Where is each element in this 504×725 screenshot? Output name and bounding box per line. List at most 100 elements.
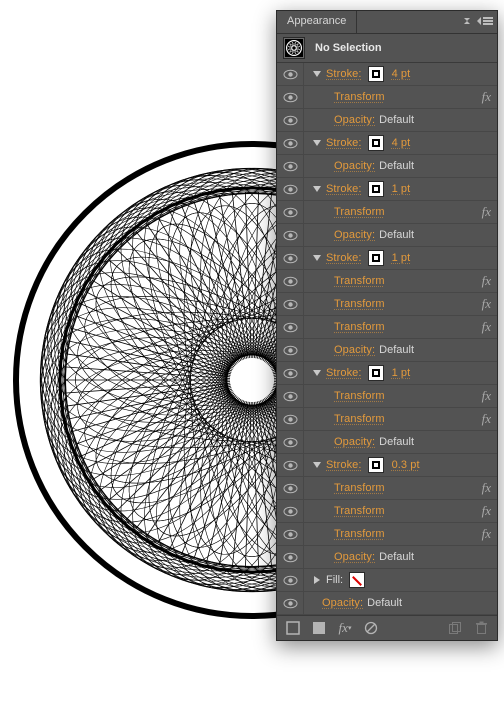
opacity-label[interactable]: Opacity: bbox=[322, 597, 363, 609]
transform-effect-label[interactable]: Transform bbox=[334, 482, 385, 494]
transform-effect-label[interactable]: Transform bbox=[334, 91, 385, 103]
stroke-label[interactable]: Stroke: bbox=[326, 367, 362, 379]
child-row[interactable]: Opacity:Default bbox=[277, 155, 497, 178]
duplicate-item-button[interactable] bbox=[447, 620, 463, 636]
fx-indicator-icon[interactable]: fx bbox=[482, 89, 491, 105]
visibility-toggle[interactable] bbox=[277, 569, 304, 591]
transform-effect-label[interactable]: Transform bbox=[334, 390, 385, 402]
child-row[interactable]: Transform fx bbox=[277, 316, 497, 339]
visibility-toggle[interactable] bbox=[277, 63, 304, 85]
visibility-toggle[interactable] bbox=[277, 316, 304, 338]
panel-menu-button[interactable] bbox=[477, 14, 493, 28]
child-row[interactable]: Transform fx bbox=[277, 385, 497, 408]
child-row[interactable]: Transform fx bbox=[277, 201, 497, 224]
opacity-label[interactable]: Opacity: bbox=[334, 436, 375, 448]
visibility-toggle[interactable] bbox=[277, 224, 304, 246]
visibility-toggle[interactable] bbox=[277, 132, 304, 154]
transform-effect-label[interactable]: Transform bbox=[334, 528, 385, 540]
visibility-toggle[interactable] bbox=[277, 247, 304, 269]
stroke_header-row[interactable]: Stroke: 0.3 pt bbox=[277, 454, 497, 477]
child-row[interactable]: Opacity:Default bbox=[277, 546, 497, 569]
stroke-weight[interactable]: 0.3 pt bbox=[392, 459, 420, 471]
visibility-toggle[interactable] bbox=[277, 431, 304, 453]
clear-appearance-button[interactable] bbox=[363, 620, 379, 636]
child-row[interactable]: Transform fx bbox=[277, 293, 497, 316]
disclosure-triangle[interactable] bbox=[312, 576, 322, 584]
child-row[interactable]: Opacity:Default bbox=[277, 431, 497, 454]
fx-indicator-icon[interactable]: fx bbox=[482, 388, 491, 404]
child-row[interactable]: Transform fx bbox=[277, 270, 497, 293]
new-stroke-button[interactable] bbox=[285, 620, 301, 636]
visibility-toggle[interactable] bbox=[277, 385, 304, 407]
visibility-toggle[interactable] bbox=[277, 592, 304, 614]
add-effect-button[interactable]: fx▾ bbox=[337, 620, 353, 636]
visibility-toggle[interactable] bbox=[277, 178, 304, 200]
visibility-toggle[interactable] bbox=[277, 109, 304, 131]
stroke-label[interactable]: Stroke: bbox=[326, 68, 362, 80]
disclosure-triangle[interactable] bbox=[312, 461, 322, 469]
disclosure-triangle[interactable] bbox=[312, 185, 322, 193]
opacity-label[interactable]: Opacity: bbox=[334, 160, 375, 172]
new-fill-button[interactable] bbox=[311, 620, 327, 636]
stroke-weight[interactable]: 4 pt bbox=[392, 137, 411, 149]
visibility-toggle[interactable] bbox=[277, 293, 304, 315]
stroke-color-swatch[interactable] bbox=[368, 457, 384, 473]
fx-indicator-icon[interactable]: fx bbox=[482, 273, 491, 289]
disclosure-triangle[interactable] bbox=[312, 254, 322, 262]
fx-indicator-icon[interactable]: fx bbox=[482, 204, 491, 220]
stroke_header-row[interactable]: Stroke: 4 pt bbox=[277, 63, 497, 86]
fx-indicator-icon[interactable]: fx bbox=[482, 480, 491, 496]
child-row[interactable]: Opacity:Default bbox=[277, 224, 497, 247]
transform-effect-label[interactable]: Transform bbox=[334, 413, 385, 425]
visibility-toggle[interactable] bbox=[277, 546, 304, 568]
visibility-toggle[interactable] bbox=[277, 477, 304, 499]
panel-tab-appearance[interactable]: Appearance bbox=[277, 11, 357, 33]
transform-effect-label[interactable]: Transform bbox=[334, 298, 385, 310]
delete-item-button[interactable] bbox=[473, 620, 489, 636]
visibility-toggle[interactable] bbox=[277, 408, 304, 430]
fill-color-swatch[interactable] bbox=[349, 572, 365, 588]
stroke-color-swatch[interactable] bbox=[368, 250, 384, 266]
visibility-toggle[interactable] bbox=[277, 201, 304, 223]
child-row[interactable]: Transform fx bbox=[277, 523, 497, 546]
stroke_header-row[interactable]: Stroke: 1 pt bbox=[277, 362, 497, 385]
visibility-toggle[interactable] bbox=[277, 270, 304, 292]
transform-effect-label[interactable]: Transform bbox=[334, 321, 385, 333]
stroke-label[interactable]: Stroke: bbox=[326, 459, 362, 471]
stroke_header-row[interactable]: Stroke:1 pt bbox=[277, 247, 497, 270]
disclosure-triangle[interactable] bbox=[312, 139, 322, 147]
stroke-weight[interactable]: 1 pt bbox=[392, 252, 411, 264]
visibility-toggle[interactable] bbox=[277, 500, 304, 522]
visibility-toggle[interactable] bbox=[277, 155, 304, 177]
panel-collapse-button[interactable] bbox=[461, 15, 473, 27]
opacity-label[interactable]: Opacity: bbox=[334, 229, 375, 241]
fx-indicator-icon[interactable]: fx bbox=[482, 526, 491, 542]
visibility-toggle[interactable] bbox=[277, 86, 304, 108]
stroke_header-row[interactable]: Stroke: 4 pt bbox=[277, 132, 497, 155]
opacity-label[interactable]: Opacity: bbox=[334, 344, 375, 356]
transform-effect-label[interactable]: Transform bbox=[334, 275, 385, 287]
child-row[interactable]: Transformfx bbox=[277, 500, 497, 523]
child-row[interactable]: Transform fx bbox=[277, 86, 497, 109]
disclosure-triangle[interactable] bbox=[312, 70, 322, 78]
stroke-weight[interactable]: 1 pt bbox=[392, 367, 411, 379]
visibility-toggle[interactable] bbox=[277, 523, 304, 545]
stroke-label[interactable]: Stroke: bbox=[326, 137, 362, 149]
fx-indicator-icon[interactable]: fx bbox=[482, 411, 491, 427]
selection-thumbnail[interactable] bbox=[283, 37, 305, 59]
stroke-label[interactable]: Stroke: bbox=[326, 183, 362, 195]
stroke_header-row[interactable]: Stroke:1 pt bbox=[277, 178, 497, 201]
stroke-weight[interactable]: 4 pt bbox=[392, 68, 411, 80]
visibility-toggle[interactable] bbox=[277, 362, 304, 384]
fx-indicator-icon[interactable]: fx bbox=[482, 319, 491, 335]
opacity-label[interactable]: Opacity: bbox=[334, 551, 375, 563]
fx-indicator-icon[interactable]: fx bbox=[482, 296, 491, 312]
visibility-toggle[interactable] bbox=[277, 454, 304, 476]
visibility-toggle[interactable] bbox=[277, 339, 304, 361]
root_child-row[interactable]: Opacity:Default bbox=[277, 592, 497, 615]
disclosure-triangle[interactable] bbox=[312, 369, 322, 377]
transform-effect-label[interactable]: Transform bbox=[334, 206, 385, 218]
fill_header-row[interactable]: Fill: bbox=[277, 569, 497, 592]
transform-effect-label[interactable]: Transform bbox=[334, 505, 385, 517]
child-row[interactable]: Transform fx bbox=[277, 408, 497, 431]
